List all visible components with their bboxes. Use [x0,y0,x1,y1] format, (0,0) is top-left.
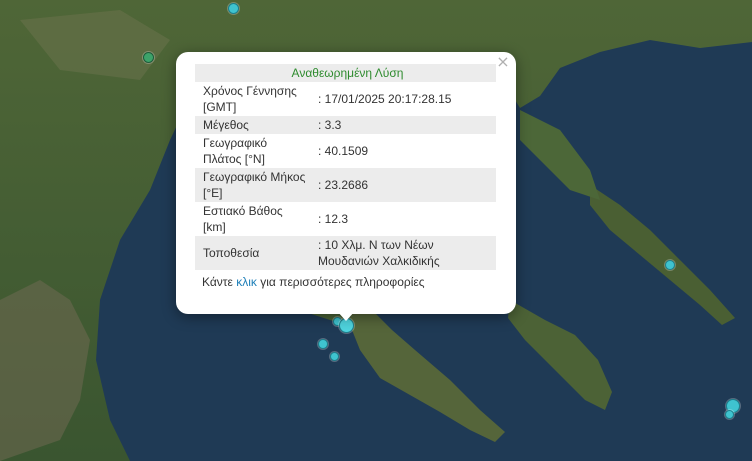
earthquake-marker[interactable] [228,3,239,14]
more-info-link[interactable]: κλικ [236,275,257,289]
more-info-text: Κάντε κλικ για περισσότερες πληροφορίες [195,274,497,290]
value-depth: : 12.3 [318,212,349,226]
earthquake-marker[interactable] [725,410,734,419]
label-magnitude: Μέγεθος [195,116,310,134]
earthquake-marker[interactable] [665,260,675,270]
label-location: Τοποθεσία [195,236,310,270]
value-longitude: : 23.2686 [310,168,496,202]
earthquake-marker[interactable] [318,339,328,349]
value-magnitude: : 3.3 [310,116,496,134]
earthquake-info-popup: × Αναθεωρημένη Λύση Χρόνος Γέννησης [GMT… [176,52,516,314]
label-origin-time: Χρόνος Γέννησης [GMT] [203,84,297,114]
label-depth: Εστιακό Βάθος [km] [203,204,283,234]
footer-text-before: Κάντε [202,275,237,289]
label-longitude: Γεωγραφικό Μήκος [°E] [195,168,310,202]
value-location: : 10 Χλμ. Ν των Νέων Μουδανιών Χαλκιδική… [310,236,496,270]
earthquake-marker[interactable] [330,352,339,361]
earthquake-info-table: Αναθεωρημένη Λύση Χρόνος Γέννησης [GMT] … [195,64,496,270]
footer-text-after: για περισσότερες πληροφορίες [256,275,425,289]
value-latitude: : 40.1509 [318,144,369,158]
label-latitude: Γεωγραφικό Πλάτος [°N] [203,136,268,166]
close-icon[interactable]: × [496,54,510,70]
value-origin-time: : 17/01/2025 20:17:28.15 [318,92,452,106]
earthquake-marker-older[interactable] [143,52,154,63]
popup-pointer [337,311,355,321]
popup-title: Αναθεωρημένη Λύση [195,64,496,82]
